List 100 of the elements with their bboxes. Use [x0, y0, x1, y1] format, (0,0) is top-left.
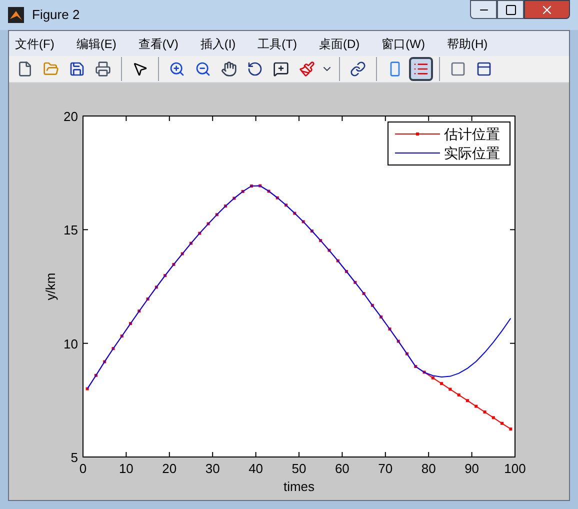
menu-item[interactable]: 工具(T): [258, 34, 297, 52]
data-point: [198, 232, 202, 235]
data-point: [362, 292, 366, 296]
data-point: [164, 274, 167, 278]
data-point: [250, 184, 253, 188]
x-tick-label: 20: [162, 461, 177, 476]
data-point: [448, 388, 452, 391]
data-point: [120, 334, 124, 338]
x-tick-label: 40: [248, 461, 264, 476]
x-tick-label: 60: [334, 461, 350, 476]
data-point: [94, 374, 98, 377]
legend-icon: [413, 61, 429, 77]
data-point: [474, 404, 478, 408]
x-tick-label: 50: [292, 461, 306, 476]
data-point: [431, 376, 434, 380]
data-point: [215, 213, 218, 216]
legend-label: 实际位置: [444, 146, 500, 162]
legend-line-sample: [394, 152, 440, 154]
folder-icon: [43, 61, 59, 77]
data-point: [457, 393, 460, 396]
data-point: [414, 365, 418, 368]
menu-item[interactable]: 文件(F): [15, 34, 54, 52]
data-point: [406, 352, 408, 356]
y-axis-label: y/km: [43, 272, 58, 300]
minimize-button[interactable]: [470, 0, 497, 19]
data-point: [206, 222, 210, 226]
data-point: [388, 328, 392, 330]
menu-item[interactable]: 桌面(D): [318, 34, 360, 52]
y-tick-label: 15: [64, 222, 78, 238]
x-tick-label: 0: [79, 461, 87, 476]
window-title: Figure 2: [32, 6, 80, 24]
data-point: [129, 322, 132, 326]
close-button[interactable]: [524, 0, 570, 19]
printer-icon: [95, 61, 111, 77]
data-point: [267, 190, 270, 193]
data-point: [319, 239, 322, 242]
hand-icon: [221, 61, 237, 77]
data-point: [146, 298, 150, 300]
legend-line-sample: [394, 132, 440, 136]
menu-item[interactable]: 插入(I): [200, 34, 236, 52]
data-point: [241, 190, 244, 193]
zoom-in-icon: [169, 61, 185, 77]
data-point: [302, 220, 305, 224]
data-point: [354, 280, 357, 284]
x-axis-label: times: [283, 479, 315, 494]
maximize-button[interactable]: [497, 0, 524, 19]
link-icon: [350, 61, 366, 77]
data-point: [293, 212, 296, 215]
save-icon: [69, 61, 85, 77]
data-point: [440, 382, 444, 386]
zoom-out-icon: [195, 61, 211, 77]
data-point: [422, 370, 426, 374]
data-point: [396, 340, 400, 343]
x-tick-label: 30: [205, 461, 220, 476]
toolbar-button[interactable]: [409, 57, 433, 81]
menu-item[interactable]: 编辑(E): [76, 34, 116, 52]
square-icon: [450, 61, 466, 77]
x-tick-label: 10: [118, 461, 134, 476]
data-point: [224, 204, 228, 208]
rotate-icon: [247, 61, 263, 77]
y-tick-label: 20: [64, 109, 78, 124]
data-point: [466, 399, 469, 402]
maximize-icon: [504, 4, 516, 16]
data-point: [180, 252, 184, 256]
data-point: [276, 196, 279, 200]
brush-icon: [299, 61, 315, 77]
x-tick-label: 100: [504, 461, 526, 476]
data-point: [103, 360, 106, 364]
data-point: [483, 410, 486, 414]
legend-label: 估计位置: [444, 127, 500, 143]
app-logo-icon: [8, 7, 24, 23]
y-tick-label: 5: [70, 450, 78, 465]
new-file-icon: [17, 61, 33, 77]
menu-item[interactable]: 帮助(H): [446, 34, 488, 52]
data-point: [500, 422, 504, 425]
data-point: [370, 304, 374, 307]
data-point: [328, 248, 331, 252]
data-point: [380, 315, 383, 318]
data-point: [86, 387, 89, 390]
window-icon: [476, 61, 492, 77]
x-tick-label: 80: [421, 461, 436, 476]
data-point: [172, 262, 176, 266]
data-point: [492, 416, 495, 420]
data-point: [154, 286, 158, 289]
menu-item[interactable]: 窗口(W): [382, 34, 425, 52]
y-tick-label: 10: [64, 336, 78, 352]
data-point: [190, 242, 192, 245]
data-point: [310, 230, 314, 233]
menu-item[interactable]: 查看(V): [138, 34, 178, 52]
data-point: [258, 184, 262, 188]
data-point: [284, 204, 288, 207]
data-point: [138, 310, 141, 313]
data-point: [112, 347, 115, 350]
x-tick-label: 70: [378, 461, 393, 476]
data-point: [336, 259, 340, 262]
data-point: [345, 270, 348, 273]
data-cursor-icon: [273, 61, 289, 77]
x-tick-label: 90: [464, 461, 480, 476]
pointer-icon: [132, 61, 148, 77]
data-point: [509, 428, 512, 431]
